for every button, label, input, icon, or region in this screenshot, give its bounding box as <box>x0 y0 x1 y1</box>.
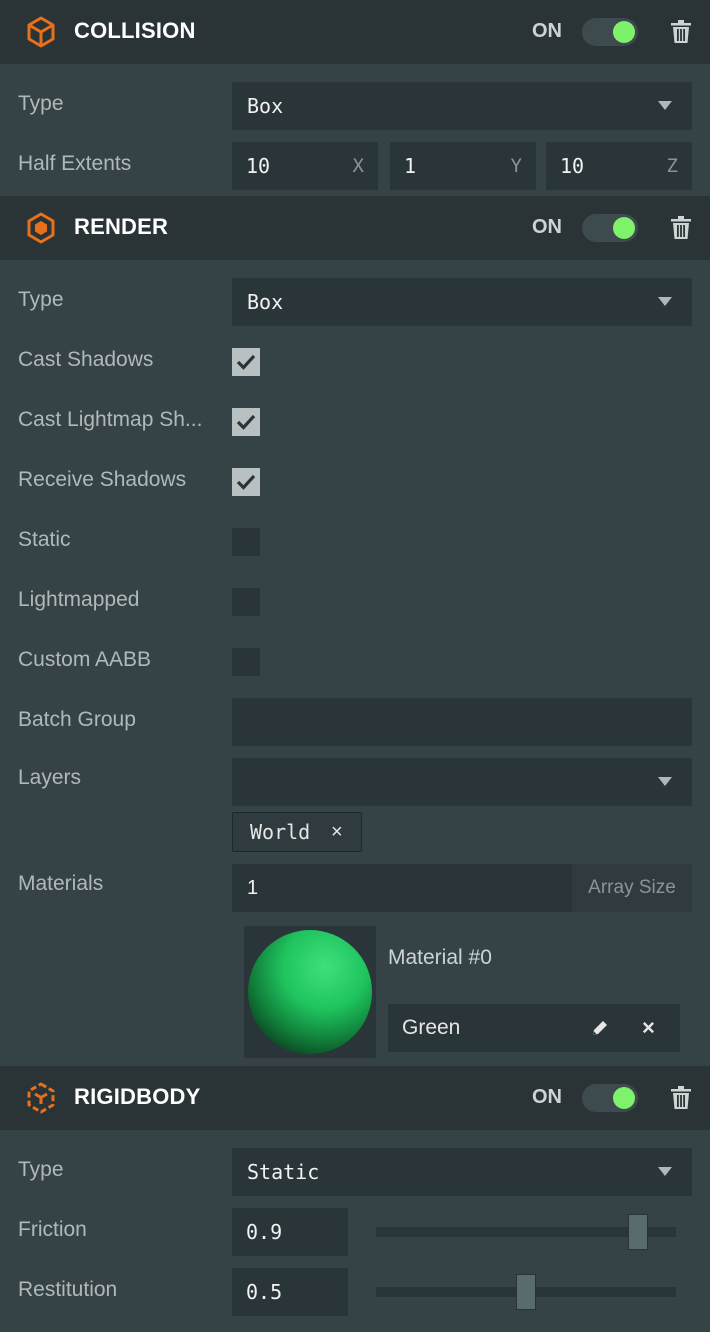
render-type-select[interactable]: Box <box>232 278 692 326</box>
custom-aabb-checkbox[interactable] <box>232 648 260 676</box>
rigidbody-on-label: ON <box>532 1086 562 1108</box>
trash-icon[interactable] <box>670 1086 692 1110</box>
batch-group-input[interactable] <box>232 698 692 746</box>
layer-tag-label: World <box>250 820 311 844</box>
cast-shadows-label: Cast Shadows <box>18 348 154 371</box>
collision-type-select[interactable]: Box <box>232 82 692 130</box>
rigidbody-type-label: Type <box>18 1158 64 1181</box>
collision-title: COLLISION <box>74 18 196 43</box>
render-on-label: ON <box>532 216 562 238</box>
collision-header[interactable]: COLLISION ON <box>0 0 710 64</box>
material-name: Green <box>402 1016 461 1039</box>
sphere-preview-icon <box>248 930 372 1054</box>
cast-lightmap-checkbox[interactable] <box>232 408 260 436</box>
caret-down-icon <box>658 1167 672 1176</box>
pencil-icon[interactable] <box>590 1018 610 1038</box>
rigidbody-type-select[interactable]: Static <box>232 1148 692 1196</box>
materials-count-input[interactable]: 1 <box>232 864 572 912</box>
layers-select[interactable] <box>232 758 692 806</box>
materials-label: Materials <box>18 872 104 895</box>
axis-x-label: X <box>352 155 364 177</box>
layer-tag-world: World × <box>232 812 362 852</box>
checkmark-icon <box>236 414 256 430</box>
trash-icon[interactable] <box>670 20 692 44</box>
friction-slider-handle[interactable] <box>628 1214 648 1250</box>
caret-down-icon <box>658 777 672 786</box>
material-slot-title: Material #0 <box>388 946 492 969</box>
toggle-knob <box>613 21 635 43</box>
rigidbody-title: RIGIDBODY <box>74 1084 201 1109</box>
materials-count-value: 1 <box>247 877 259 899</box>
receive-shadows-label: Receive Shadows <box>18 468 187 491</box>
half-extents-x-input[interactable]: 10 X <box>232 142 378 190</box>
cube-outline-icon <box>27 16 55 48</box>
lightmapped-label: Lightmapped <box>18 588 140 611</box>
checkmark-icon <box>236 474 256 490</box>
lightmapped-checkbox[interactable] <box>232 588 260 616</box>
checkmark-icon <box>236 354 256 370</box>
collision-type-value: Box <box>247 94 284 118</box>
static-label: Static <box>18 528 71 551</box>
render-header[interactable]: RENDER ON <box>0 196 710 260</box>
half-extents-x-value: 10 <box>246 154 271 178</box>
toggle-knob <box>613 217 635 239</box>
rigidbody-header[interactable]: RIGIDBODY ON <box>0 1066 710 1130</box>
half-extents-z-value: 10 <box>560 154 585 178</box>
rigidbody-enabled-toggle[interactable] <box>582 1084 638 1112</box>
half-extents-z-input[interactable]: 10 Z <box>546 142 692 190</box>
material-asset-field[interactable]: Green × <box>388 1004 680 1052</box>
batch-group-label: Batch Group <box>18 708 136 731</box>
half-extents-label: Half Extents <box>18 152 132 175</box>
render-type-value: Box <box>247 290 284 314</box>
remove-tag-icon[interactable]: × <box>331 813 343 851</box>
trash-icon[interactable] <box>670 216 692 240</box>
hexagon-icon <box>27 212 55 244</box>
friction-input[interactable]: 0.9 <box>232 1208 348 1256</box>
array-size-label: Array Size <box>572 864 692 912</box>
layers-label: Layers <box>18 766 82 789</box>
cast-lightmap-label: Cast Lightmap Sh... <box>18 408 203 431</box>
receive-shadows-checkbox[interactable] <box>232 468 260 496</box>
material-preview[interactable] <box>244 926 376 1058</box>
restitution-value: 0.5 <box>246 1280 283 1304</box>
half-extents-y-input[interactable]: 1 Y <box>390 142 536 190</box>
restitution-input[interactable]: 0.5 <box>232 1268 348 1316</box>
friction-value: 0.9 <box>246 1220 283 1244</box>
friction-label: Friction <box>18 1218 87 1241</box>
axis-z-label: Z <box>666 155 678 177</box>
half-extents-y-value: 1 <box>404 154 417 178</box>
collision-enabled-toggle[interactable] <box>582 18 638 46</box>
restitution-slider-handle[interactable] <box>516 1274 536 1310</box>
cast-shadows-checkbox[interactable] <box>232 348 260 376</box>
collision-on-label: ON <box>532 20 562 42</box>
restitution-label: Restitution <box>18 1278 118 1301</box>
axis-y-label: Y <box>510 155 522 177</box>
custom-aabb-label: Custom AABB <box>18 648 152 671</box>
render-enabled-toggle[interactable] <box>582 214 638 242</box>
static-checkbox[interactable] <box>232 528 260 556</box>
remove-material-icon[interactable]: × <box>642 1004 655 1052</box>
caret-down-icon <box>658 297 672 306</box>
rigidbody-type-value: Static <box>247 1160 320 1184</box>
caret-down-icon <box>658 101 672 110</box>
render-title: RENDER <box>74 214 169 239</box>
collision-type-label: Type <box>18 92 64 115</box>
render-type-label: Type <box>18 288 64 311</box>
toggle-knob <box>613 1087 635 1109</box>
rigidbody-cube-icon <box>27 1082 55 1114</box>
